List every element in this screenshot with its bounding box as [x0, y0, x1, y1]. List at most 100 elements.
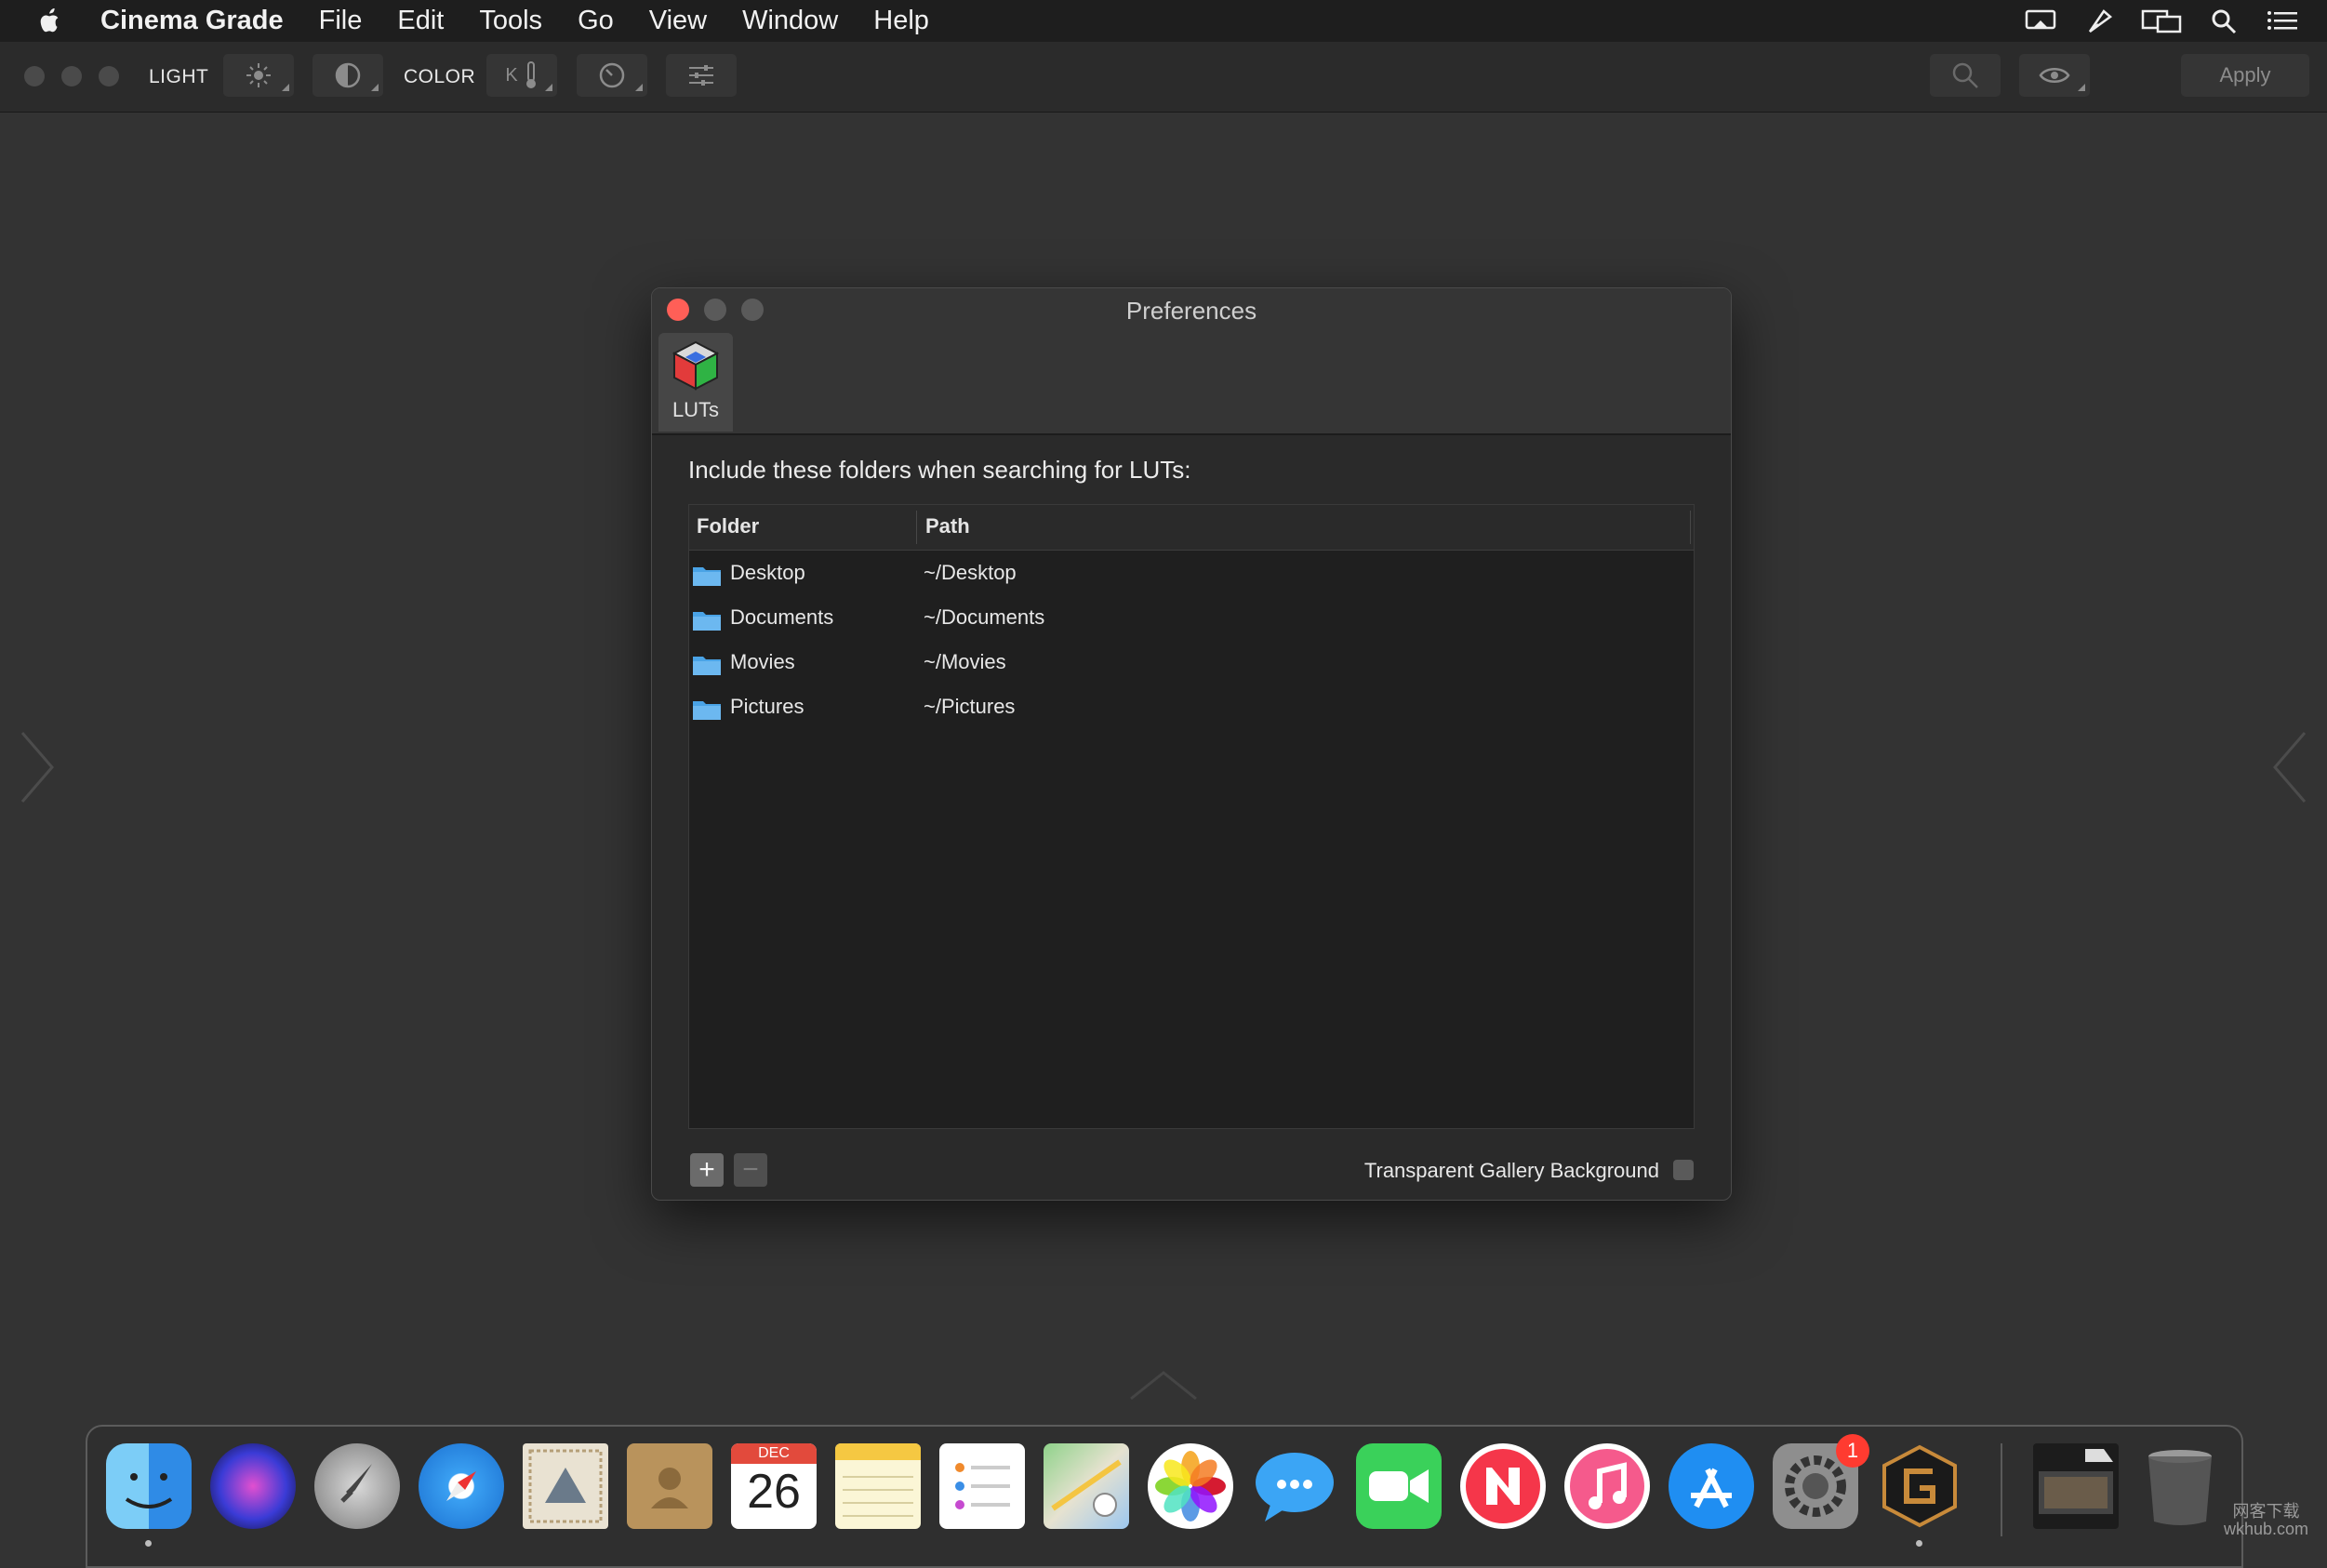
finder-icon[interactable]: [106, 1443, 192, 1529]
video-camera-icon: [1369, 1469, 1429, 1503]
maps-icon[interactable]: [1044, 1443, 1129, 1529]
transparent-gallery-label: Transparent Gallery Background: [1363, 1159, 1659, 1182]
magnifier-icon: [1952, 62, 1978, 88]
facetime-icon[interactable]: [1356, 1443, 1442, 1529]
table-header: Folder Path: [689, 505, 1694, 551]
mail-icon[interactable]: [523, 1443, 608, 1529]
transparent-gallery-checkbox[interactable]: [1673, 1160, 1694, 1180]
news-n-icon: [1466, 1449, 1540, 1523]
notification-center-icon[interactable]: [2266, 7, 2299, 35]
window-minimize-dot[interactable]: [61, 66, 82, 86]
light-label: LIGHT: [149, 66, 209, 87]
menu-go[interactable]: Go: [578, 6, 614, 36]
folder-name: Documents: [730, 605, 834, 629]
launchpad-icon[interactable]: [314, 1443, 400, 1529]
sun-icon: [246, 63, 271, 87]
watermark-line1: 网客下载: [2232, 1502, 2300, 1521]
calendar-icon[interactable]: DEC 26: [731, 1443, 817, 1529]
app-store-icon[interactable]: [1669, 1443, 1754, 1529]
luts-cube-icon: [672, 340, 720, 391]
saturation-button[interactable]: [577, 54, 647, 97]
map-pin-icon: [1051, 1459, 1122, 1517]
menu-edit[interactable]: Edit: [397, 6, 444, 36]
rocket-icon: [340, 1464, 372, 1503]
music-icon[interactable]: [1564, 1443, 1650, 1529]
folder-name: Pictures: [730, 695, 804, 718]
menu-bar: Cinema Grade File Edit Tools Go View Win…: [0, 0, 2327, 42]
app-store-a-icon: [1691, 1468, 1732, 1508]
eagle-stamp-icon: [528, 1449, 603, 1523]
folders-table: Folder Path Desktop ~/Desktop Documents …: [688, 504, 1695, 1129]
cinema-grade-icon[interactable]: [1877, 1443, 1962, 1529]
flower-icon: [1155, 1451, 1226, 1521]
menu-app-name[interactable]: Cinema Grade: [100, 6, 284, 36]
zoom-search-button[interactable]: [1930, 54, 2001, 97]
trash-can-icon: [2148, 1450, 2212, 1525]
table-row[interactable]: Movies ~/Movies: [689, 641, 1694, 685]
remove-folder-button[interactable]: −: [734, 1153, 767, 1187]
apple-menu-icon[interactable]: [37, 7, 63, 35]
menu-help[interactable]: Help: [873, 6, 929, 36]
photos-icon[interactable]: [1148, 1443, 1233, 1529]
status-area: [2024, 0, 2299, 42]
column-folder[interactable]: Folder: [697, 514, 759, 538]
folder-path: ~/Desktop: [924, 561, 1017, 584]
temperature-button[interactable]: K: [486, 54, 557, 97]
reminders-icon[interactable]: [939, 1443, 1025, 1529]
exposure-button[interactable]: [223, 54, 294, 97]
add-folder-button[interactable]: +: [690, 1153, 724, 1187]
contacts-icon[interactable]: [627, 1443, 712, 1529]
cinema-grade-logo-icon: [1882, 1444, 1957, 1528]
speech-bubble-icon: [1256, 1453, 1334, 1521]
column-divider[interactable]: [916, 511, 917, 544]
folder-path: ~/Documents: [924, 605, 1045, 629]
folder-icon: [693, 567, 721, 586]
safari-icon[interactable]: [419, 1443, 504, 1529]
eye-icon: [2039, 68, 2070, 83]
thermometer-icon: [525, 61, 536, 88]
menu-file[interactable]: File: [319, 6, 363, 36]
adjustments-button[interactable]: [666, 54, 737, 97]
preferences-window: Preferences LUTs Include these folders w…: [651, 287, 1732, 1201]
stack-thumbnail-icon: [2039, 1449, 2113, 1514]
notes-icon[interactable]: [835, 1443, 921, 1529]
window-close-dot[interactable]: [24, 66, 45, 86]
menu-view[interactable]: View: [649, 6, 707, 36]
preferences-body: Include these folders when searching for…: [652, 435, 1731, 1200]
messages-icon[interactable]: [1252, 1443, 1337, 1529]
folder-name: Desktop: [730, 561, 805, 584]
airplay-icon[interactable]: [2085, 7, 2113, 35]
menu-window[interactable]: Window: [742, 6, 838, 36]
running-indicator: [1916, 1540, 1922, 1547]
apply-button[interactable]: Apply: [2181, 54, 2309, 97]
table-row[interactable]: Documents ~/Documents: [689, 596, 1694, 641]
table-row[interactable]: Pictures ~/Pictures: [689, 685, 1694, 730]
next-arrow-icon[interactable]: [2269, 725, 2310, 809]
table-row[interactable]: Desktop ~/Desktop: [689, 551, 1694, 596]
folder-path: ~/Pictures: [924, 695, 1016, 718]
folder-icon: [693, 657, 721, 675]
display-mirroring-icon[interactable]: [2141, 7, 2182, 35]
preferences-titlebar: Preferences LUTs: [652, 288, 1731, 435]
dock: DEC 26 1: [86, 1425, 2243, 1568]
watermark: 网客下载 wkhub.com: [2224, 1503, 2308, 1538]
spotlight-search-icon[interactable]: [2210, 7, 2238, 35]
trash-icon[interactable]: [2137, 1443, 2223, 1529]
downloads-stack-icon[interactable]: [2033, 1443, 2119, 1529]
siri-icon[interactable]: [210, 1443, 296, 1529]
calendar-month: DEC: [731, 1443, 817, 1464]
news-icon[interactable]: [1460, 1443, 1546, 1529]
preview-button[interactable]: [2019, 54, 2090, 97]
folder-path: ~/Movies: [924, 650, 1006, 673]
previous-arrow-icon[interactable]: [17, 725, 58, 809]
chevron-up-icon[interactable]: [1127, 1367, 1200, 1404]
window-zoom-dot[interactable]: [99, 66, 119, 86]
dock-separator: [2001, 1443, 2002, 1536]
contrast-button[interactable]: [312, 54, 383, 97]
notifications-icon[interactable]: [2024, 7, 2057, 35]
menu-tools[interactable]: Tools: [479, 6, 542, 36]
tab-luts[interactable]: LUTs: [658, 333, 733, 432]
person-icon: [651, 1468, 688, 1508]
contrast-icon: [335, 62, 361, 88]
column-path[interactable]: Path: [925, 514, 970, 538]
